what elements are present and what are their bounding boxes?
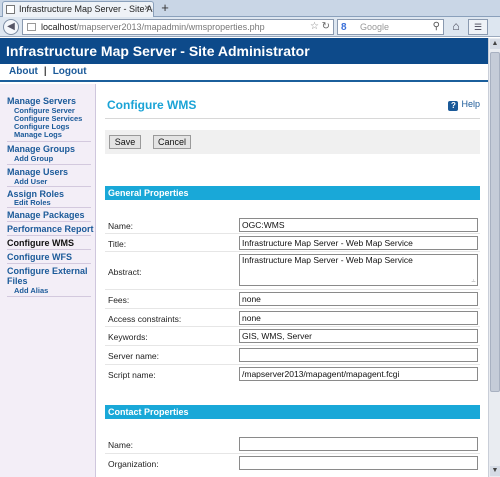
contact-name-label: Name:: [108, 440, 134, 450]
general-properties-header: General Properties: [105, 186, 480, 200]
scroll-up-icon[interactable]: ▲: [490, 39, 500, 49]
google-logo-icon: 8: [341, 22, 347, 33]
contact-properties-header: Contact Properties: [105, 405, 480, 419]
browser-tab[interactable]: Infrastructure Map Server - Site Adminis…: [2, 1, 154, 17]
abstract-textarea[interactable]: Infrastructure Map Server - Web Map Serv…: [239, 254, 478, 286]
back-arrow-icon[interactable]: ◀: [3, 19, 19, 35]
title-label: Title:: [108, 239, 127, 249]
reload-icon[interactable]: ↻: [322, 20, 330, 34]
sidebar-item-manage-logs[interactable]: Manage Logs: [14, 130, 62, 139]
sidebar-divider: [7, 249, 91, 250]
sidebar-divider: [7, 207, 91, 208]
fees-label: Fees:: [108, 295, 130, 305]
row-divider: [105, 308, 480, 309]
new-tab-button[interactable]: +: [158, 1, 172, 15]
bookmarks-menu-icon[interactable]: ☰: [468, 19, 488, 35]
sidebar-item-configure-wms[interactable]: Configure WMS: [7, 238, 74, 248]
sidebar-item-configure-wfs[interactable]: Configure WFS: [7, 252, 72, 262]
row-divider: [105, 326, 480, 327]
sidebar-item-manage-servers[interactable]: Manage Servers: [7, 96, 76, 106]
sidebar-divider: [7, 221, 91, 222]
cancel-button[interactable]: Cancel: [153, 135, 191, 149]
sidebar-item-edit-roles[interactable]: Edit Roles: [14, 198, 51, 207]
row-divider: [105, 289, 480, 290]
page-favicon-icon: [6, 5, 15, 14]
search-placeholder: Google: [360, 22, 390, 32]
tab-close-icon[interactable]: ×: [144, 2, 150, 16]
site-title: Infrastructure Map Server - Site Adminis…: [0, 38, 488, 64]
tab-bar: Infrastructure Map Server - Site Adminis…: [0, 0, 500, 17]
main-content: Configure WMS ? Help Save Cancel General …: [97, 84, 488, 477]
sidebar: Manage Servers Configure Server Configur…: [0, 84, 96, 477]
sidebar-item-manage-groups[interactable]: Manage Groups: [7, 144, 75, 154]
about-link[interactable]: About: [9, 66, 38, 77]
access-constraints-field[interactable]: none: [239, 311, 478, 325]
row-divider: [105, 453, 480, 454]
sidebar-divider: [7, 235, 91, 236]
save-button[interactable]: Save: [109, 135, 141, 149]
url-host: localhost: [41, 22, 77, 32]
sidebar-item-add-user[interactable]: Add User: [14, 177, 47, 186]
sidebar-item-configure-external-files-line2[interactable]: Files: [7, 276, 28, 286]
home-icon[interactable]: ⌂: [448, 19, 464, 35]
help-icon: ?: [448, 101, 459, 111]
search-icon[interactable]: ⚲: [433, 20, 440, 34]
organization-label: Organization:: [108, 459, 159, 469]
title-field[interactable]: Infrastructure Map Server - Web Map Serv…: [239, 236, 478, 250]
server-name-label: Server name:: [108, 351, 160, 361]
bookmark-star-icon[interactable]: ☆: [310, 20, 319, 34]
keywords-label: Keywords:: [108, 332, 148, 342]
search-box[interactable]: 8 Google ⚲: [337, 19, 444, 35]
row-divider: [105, 345, 480, 346]
sidebar-divider: [7, 186, 91, 187]
logout-link[interactable]: Logout: [53, 66, 87, 77]
url-path: /mapserver2013/mapadmin/wmsproperties.ph…: [76, 22, 265, 32]
vertical-scrollbar[interactable]: ▲ ▼: [488, 38, 500, 477]
fees-field[interactable]: none: [239, 292, 478, 306]
sidebar-item-add-group[interactable]: Add Group: [14, 154, 53, 163]
name-field[interactable]: OGC:WMS: [239, 218, 478, 232]
sidebar-item-manage-users[interactable]: Manage Users: [7, 167, 68, 177]
scroll-thumb[interactable]: [490, 52, 500, 392]
access-constraints-label: Access constraints:: [108, 314, 182, 324]
abstract-text: Infrastructure Map Server - Web Map Serv…: [242, 255, 413, 265]
help-label: Help: [461, 99, 480, 109]
row-divider: [105, 233, 480, 234]
script-name-field[interactable]: /mapserver2013/mapagent/mapagent.fcgi: [239, 367, 478, 381]
abstract-label: Abstract:: [108, 267, 142, 277]
tab-title: Infrastructure Map Server - Site Adminis…: [19, 4, 153, 14]
scroll-down-icon[interactable]: ▼: [490, 466, 500, 476]
row-divider: [105, 364, 480, 365]
sidebar-divider: [7, 141, 91, 142]
title-divider: [105, 118, 480, 119]
sidebar-divider: [7, 164, 91, 165]
name-label: Name:: [108, 221, 134, 231]
sidebar-item-performance-report[interactable]: Performance Report: [7, 224, 94, 234]
help-link[interactable]: ? Help: [448, 99, 480, 111]
resize-grip-icon[interactable]: ∸: [471, 279, 476, 285]
top-navigation: About | Logout: [0, 64, 488, 82]
page-icon: [27, 23, 36, 31]
server-name-field[interactable]: [239, 348, 478, 362]
sidebar-divider: [7, 263, 91, 264]
contact-name-field[interactable]: [239, 437, 478, 451]
row-divider: [105, 251, 480, 252]
sidebar-item-manage-packages[interactable]: Manage Packages: [7, 210, 85, 220]
button-bar: Save Cancel: [105, 130, 480, 154]
keywords-field[interactable]: GIS, WMS, Server: [239, 329, 478, 343]
script-name-label: Script name:: [108, 370, 156, 380]
nav-separator: |: [43, 66, 47, 77]
page-title: Configure WMS: [107, 98, 197, 112]
organization-field[interactable]: [239, 456, 478, 470]
sidebar-divider: [7, 296, 91, 297]
navigation-bar: ◀ localhost/mapserver2013/mapadmin/wmspr…: [0, 17, 500, 37]
sidebar-item-configure-external-files[interactable]: Configure External: [7, 266, 88, 276]
sidebar-item-add-alias[interactable]: Add Alias: [14, 286, 48, 295]
address-bar[interactable]: localhost/mapserver2013/mapadmin/wmsprop…: [22, 19, 334, 35]
